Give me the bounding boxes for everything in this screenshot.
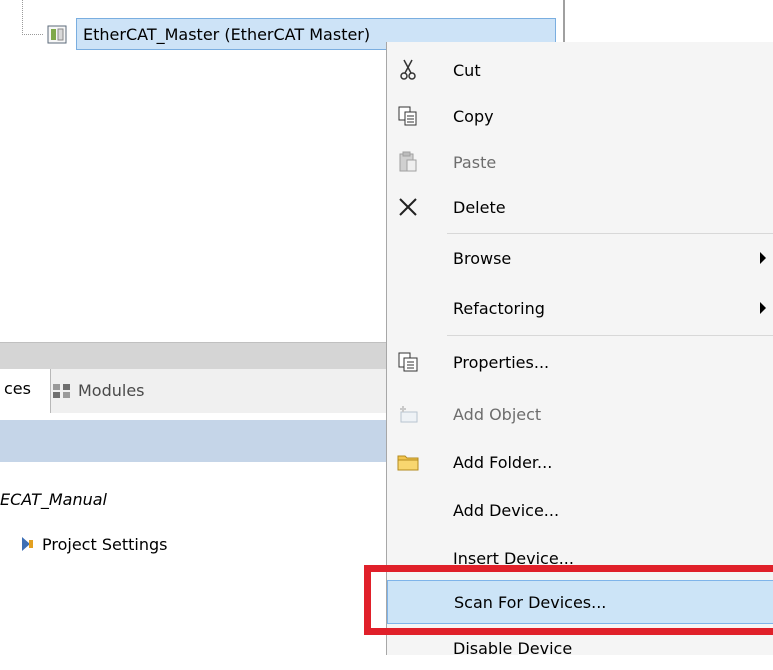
- tab-modules-label: Modules: [78, 381, 145, 400]
- modules-icon: [53, 384, 70, 398]
- tab-devices[interactable]: ces: [0, 369, 51, 413]
- menu-item-cut[interactable]: Cut: [387, 48, 773, 92]
- panel-tabbar: ces Modules: [0, 369, 390, 413]
- project-settings-label: Project Settings: [42, 534, 168, 554]
- menu-item-label: Insert Device...: [453, 548, 574, 568]
- panel-header-bar: [0, 420, 390, 462]
- menu-item-label: Cut: [453, 60, 481, 80]
- menu-item-disable-device[interactable]: Disable Device: [387, 626, 773, 670]
- menu-item-refactoring[interactable]: Refactoring: [387, 286, 773, 330]
- menu-item-label: Refactoring: [453, 298, 545, 318]
- menu-item-label: Add Object: [453, 404, 542, 424]
- paste-icon: [395, 149, 421, 175]
- menu-item-copy[interactable]: Copy: [387, 94, 773, 138]
- close-icon: [395, 194, 421, 220]
- menu-item-label: Add Folder...: [453, 452, 553, 472]
- menu-item-label: Delete: [453, 197, 506, 217]
- project-name: ECAT_Manual: [0, 490, 107, 509]
- properties-icon: [395, 349, 421, 375]
- menu-item-label: Browse: [453, 248, 512, 268]
- menu-item-label: Scan For Devices...: [454, 592, 607, 612]
- device-icon: [47, 25, 67, 44]
- menu-item-label: Copy: [453, 106, 494, 126]
- menu-item-add-device[interactable]: Add Device...: [387, 488, 773, 532]
- context-menu: Cut Copy Paste Delete Browse Refactoring…: [386, 42, 773, 658]
- tab-modules[interactable]: Modules: [52, 369, 145, 413]
- project-settings-item[interactable]: Project Settings: [20, 534, 167, 554]
- menu-item-properties[interactable]: Properties...: [387, 340, 773, 384]
- menu-item-label: Properties...: [453, 352, 550, 372]
- copy-icon: [395, 103, 421, 129]
- menu-item-label: Paste: [453, 152, 497, 172]
- menu-item-paste[interactable]: Paste: [387, 140, 773, 184]
- submenu-arrow-icon: [760, 302, 766, 314]
- submenu-arrow-icon: [760, 252, 766, 264]
- menu-separator: [447, 233, 773, 234]
- project-root-item[interactable]: ECAT_Manual: [0, 490, 107, 509]
- menu-item-browse[interactable]: Browse: [387, 236, 773, 280]
- menu-item-add-folder[interactable]: Add Folder...: [387, 440, 773, 484]
- menu-item-label: Add Device...: [453, 500, 560, 520]
- menu-item-insert-device[interactable]: Insert Device...: [387, 536, 773, 580]
- panel-splitter[interactable]: [0, 342, 390, 370]
- tab-devices-label: ces: [4, 379, 31, 398]
- menu-item-scan-for-devices[interactable]: Scan For Devices...: [387, 580, 773, 624]
- menu-item-add-object[interactable]: Add Object: [387, 392, 773, 436]
- tree-connector-line: [22, 0, 43, 35]
- folder-icon: [395, 449, 421, 475]
- scissors-icon: [395, 57, 421, 83]
- menu-separator: [447, 335, 773, 336]
- add-object-icon: [395, 401, 421, 427]
- settings-icon: [22, 537, 33, 551]
- menu-item-delete[interactable]: Delete: [387, 185, 773, 229]
